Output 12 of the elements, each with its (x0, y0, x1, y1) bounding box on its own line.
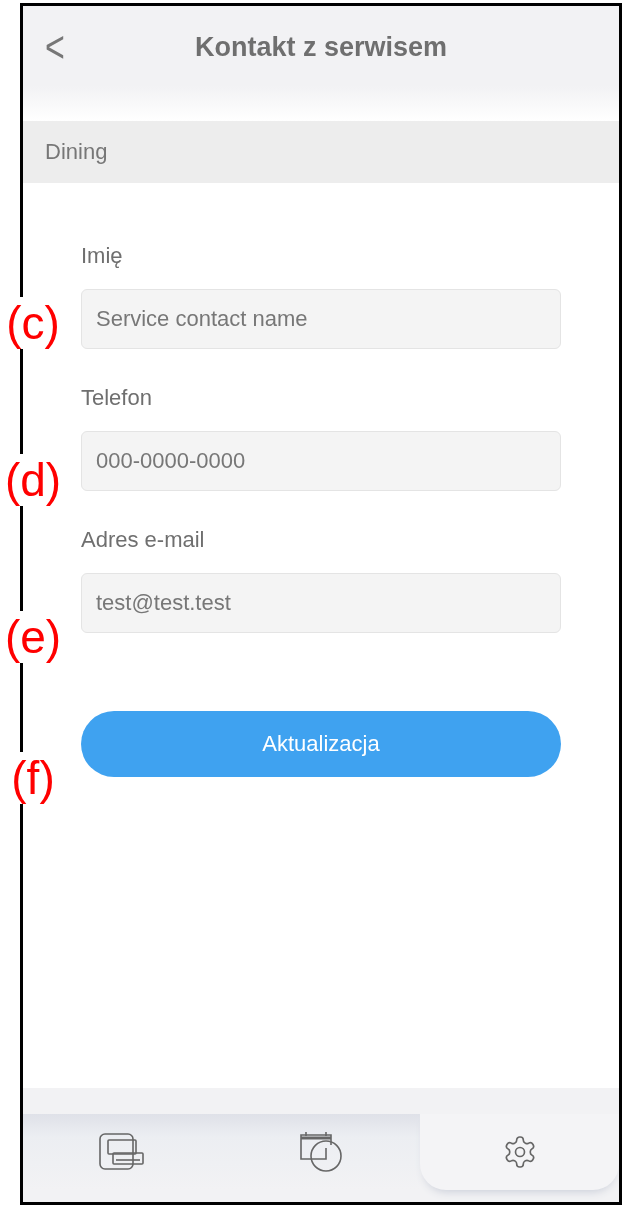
update-button[interactable]: Aktualizacja (81, 711, 561, 777)
input-field[interactable]: test@test.test (81, 573, 561, 633)
section-title: Dining (45, 139, 108, 165)
input-field[interactable]: 000-0000-0000 (81, 431, 561, 491)
stacked-screens-icon (99, 1133, 146, 1171)
back-button[interactable]: < (45, 22, 65, 70)
field-label: Telefon (81, 385, 152, 411)
field-label: Adres e-mail (81, 527, 205, 553)
screen-title: Kontakt z serwisem (194, 32, 448, 63)
field-label: Imię (81, 243, 123, 269)
calendar-clock-icon (298, 1131, 344, 1173)
input-field[interactable]: Service contact name (81, 289, 561, 349)
